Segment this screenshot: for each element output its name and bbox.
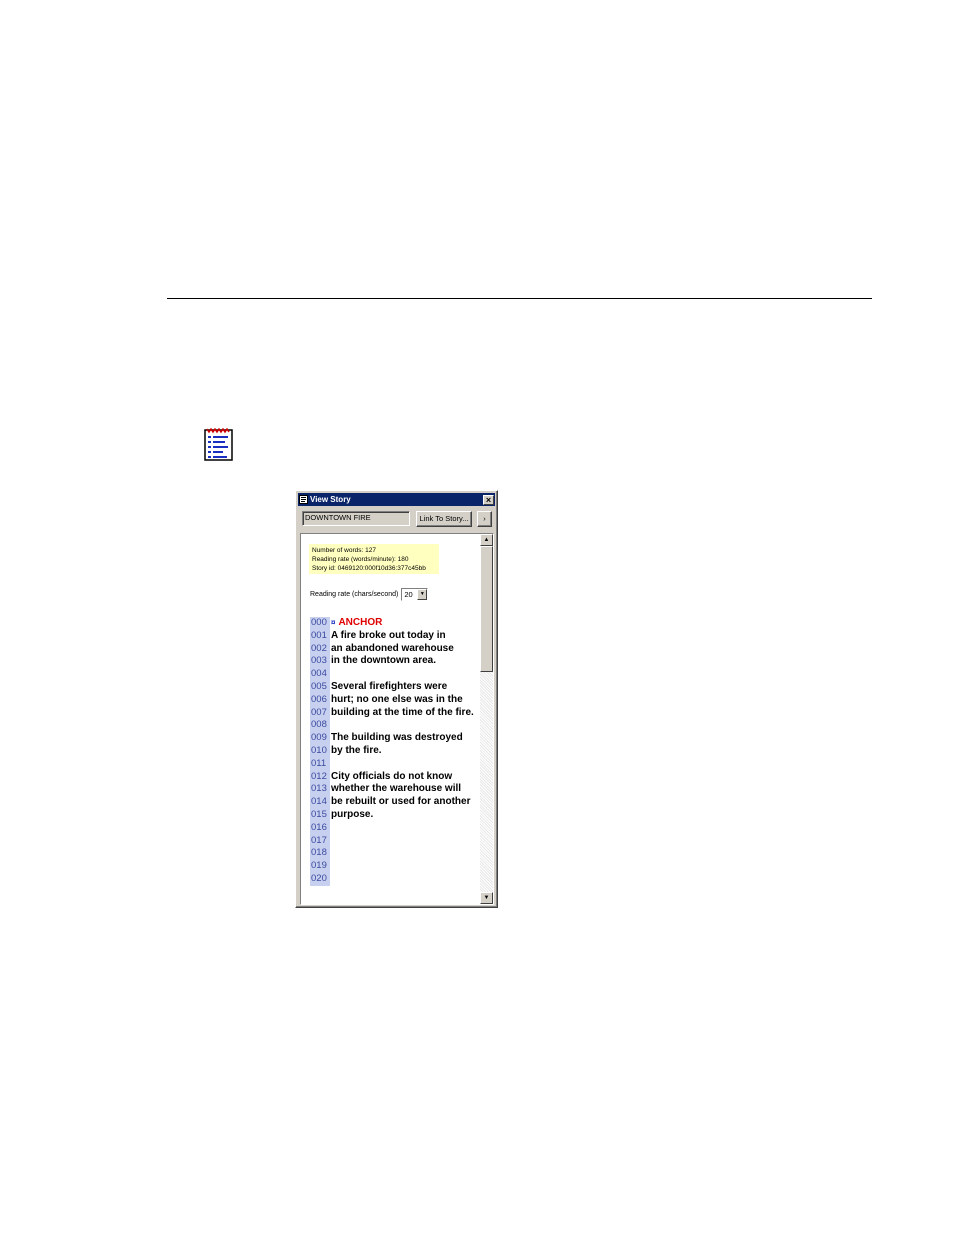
line-text: A fire broke out today in: [330, 630, 446, 643]
script-line[interactable]: 004: [310, 668, 482, 681]
link-to-story-button[interactable]: Link To Story...: [416, 511, 472, 527]
line-number: 001: [310, 629, 330, 643]
line-text: hurt; no one else was in the: [330, 694, 463, 707]
script-line[interactable]: 017: [310, 834, 482, 848]
line-text-content: The building was destroyed: [331, 732, 463, 744]
line-text: by the fire.: [330, 745, 382, 758]
script-line[interactable]: 003 in the downtown area.: [310, 655, 482, 669]
story-window-icon: [299, 495, 308, 504]
line-text-content: by the fire.: [331, 744, 382, 756]
line-text: be rebuilt or used for another: [330, 796, 470, 809]
line-text: whether the warehouse will: [330, 783, 461, 796]
line-number: 016: [310, 821, 330, 835]
line-text: an abandoned warehouse: [330, 643, 454, 656]
chevron-down-icon[interactable]: ▼: [417, 589, 428, 600]
script-line[interactable]: 015 purpose.: [310, 808, 482, 822]
line-number: 007: [310, 706, 330, 720]
line-text-content: City officials do not know: [331, 770, 453, 782]
line-number: 008: [310, 719, 330, 733]
next-button[interactable]: ›: [477, 511, 492, 527]
reading-rate-wpm: Reading rate (words/minute): 180: [312, 556, 409, 563]
script-line[interactable]: 012 City officials do not know: [310, 770, 482, 784]
window-title: View Story: [310, 495, 351, 504]
script-line[interactable]: 008: [310, 719, 482, 733]
scroll-thumb[interactable]: [480, 546, 493, 672]
script-line[interactable]: 016: [310, 821, 482, 835]
script-line[interactable]: 019: [310, 860, 482, 873]
reading-rate-value: 20: [404, 590, 413, 599]
line-number: 011: [310, 757, 330, 771]
line-number: 017: [310, 834, 330, 848]
horizontal-rule: [167, 298, 872, 299]
story-id: Story id: 0469120:000f10d36:377c45bb: [312, 565, 426, 572]
line-number: 015: [310, 808, 330, 822]
close-button[interactable]: ×: [483, 494, 494, 505]
view-story-icon: [204, 428, 233, 461]
script-line[interactable]: 009 The building was destroyed: [310, 732, 482, 745]
script-line[interactable]: 007 building at the time of the fire.: [310, 706, 482, 720]
view-story-window: View Story × DOWNTOWN FIRE Link To Story…: [295, 490, 498, 908]
script-line[interactable]: 006 hurt; no one else was in the: [310, 693, 482, 707]
script-line[interactable]: 020: [310, 872, 482, 886]
line-text-content: Several firefighters were: [331, 680, 448, 692]
line-text: in the downtown area.: [330, 655, 436, 668]
script-line[interactable]: 000 ¤ ANCHOR: [310, 617, 482, 630]
scroll-down-arrow-icon[interactable]: ▼: [480, 892, 493, 904]
line-number: 009: [310, 732, 330, 745]
line-text-content: be rebuilt or used for another: [331, 796, 471, 808]
line-number: 012: [310, 770, 330, 784]
line-text: City officials do not know: [330, 771, 452, 784]
line-number: 006: [310, 693, 330, 707]
line-text-content: an abandoned warehouse: [331, 642, 454, 654]
script-line[interactable]: 011: [310, 757, 482, 771]
line-number: 002: [310, 642, 330, 656]
story-info-box: Number of words: 127 Reading rate (words…: [309, 544, 439, 574]
line-number: 019: [310, 860, 330, 873]
vertical-scrollbar[interactable]: ▲ ▼: [480, 534, 493, 904]
line-text: purpose.: [330, 809, 373, 822]
reading-rate-row: Reading rate (chars/second) 20 ▼: [310, 588, 429, 601]
line-number: 005: [310, 680, 330, 694]
line-text: building at the time of the fire.: [330, 707, 474, 720]
line-text-content: whether the warehouse will: [331, 783, 462, 795]
line-number: 004: [310, 668, 330, 681]
story-content-pane[interactable]: Number of words: 127 Reading rate (words…: [300, 533, 494, 905]
line-number: 018: [310, 847, 330, 861]
script-line[interactable]: 005 Several firefighters were: [310, 680, 482, 694]
line-text: Several firefighters were: [330, 681, 447, 694]
script-lines[interactable]: 000 ¤ ANCHOR 001 A fire broke out today in 00…: [310, 617, 482, 886]
line-text-content: A fire broke out today in: [331, 629, 446, 641]
line-number: 014: [310, 796, 330, 809]
cue-marker-icon: ¤: [331, 618, 336, 627]
line-text: The building was destroyed: [330, 732, 463, 745]
line-number: 013: [310, 783, 330, 797]
scroll-up-arrow-icon[interactable]: ▲: [480, 534, 493, 546]
script-line[interactable]: 013 whether the warehouse will: [310, 783, 482, 797]
line-number: 010: [310, 744, 330, 758]
script-line[interactable]: 014 be rebuilt or used for another: [310, 796, 482, 809]
line-text-content: ANCHOR: [338, 617, 383, 628]
line-number: 020: [310, 872, 330, 886]
line-text-content: building at the time of the fire.: [331, 706, 474, 718]
title-bar[interactable]: View Story ×: [298, 493, 495, 506]
script-line[interactable]: 010 by the fire.: [310, 744, 482, 758]
script-line[interactable]: 001 A fire broke out today in: [310, 629, 482, 643]
line-number: 000: [310, 617, 330, 630]
script-line[interactable]: 018: [310, 847, 482, 861]
anchor-cue: ¤ ANCHOR: [330, 617, 382, 630]
line-text-content: in the downtown area.: [331, 655, 437, 667]
word-count: Number of words: 127: [312, 547, 376, 554]
line-text-content: hurt; no one else was in the: [331, 693, 463, 705]
script-line[interactable]: 002 an abandoned warehouse: [310, 642, 482, 656]
story-slug-field[interactable]: DOWNTOWN FIRE: [302, 511, 410, 526]
line-text-content: purpose.: [331, 808, 374, 820]
line-number: 003: [310, 655, 330, 669]
reading-rate-select[interactable]: 20 ▼: [401, 588, 429, 601]
reading-rate-label: Reading rate (chars/second): [310, 591, 399, 598]
